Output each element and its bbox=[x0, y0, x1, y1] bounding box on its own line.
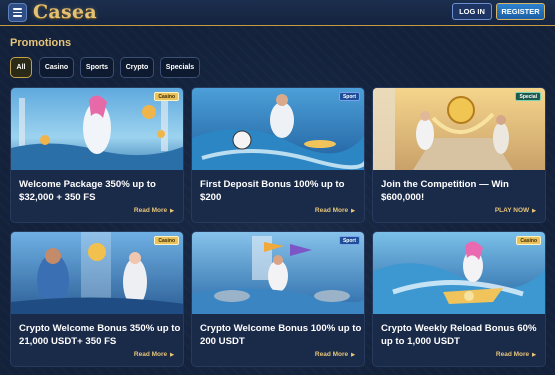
read-more-link[interactable]: Read More ▶ bbox=[134, 207, 174, 214]
menu-icon-line bbox=[13, 11, 22, 14]
cta-label: Read More bbox=[133, 351, 168, 358]
category-badge: Casino bbox=[154, 236, 179, 245]
promotion-card[interactable]: Casino Welcome Package 350% up to $32,00… bbox=[10, 87, 184, 223]
read-more-link[interactable]: Read More ▶ bbox=[315, 351, 355, 358]
play-arrow-icon: ▶ bbox=[532, 208, 536, 214]
register-button[interactable]: REGISTER bbox=[496, 3, 545, 20]
promotion-title: Crypto Welcome Bonus 350% up to 21,000 U… bbox=[19, 323, 181, 347]
play-arrow-icon: ▶ bbox=[170, 208, 174, 214]
category-badge: Sport bbox=[338, 236, 360, 245]
play-arrow-icon: ▶ bbox=[532, 352, 536, 358]
filter-crypto[interactable]: Crypto bbox=[120, 57, 154, 78]
play-arrow-icon: ▶ bbox=[351, 208, 355, 214]
site-logo[interactable]: Casea bbox=[33, 0, 97, 24]
read-more-link[interactable]: Read More ▶ bbox=[134, 351, 174, 358]
cta-label: Read More bbox=[314, 351, 349, 358]
promotion-card[interactable]: Sport Crypto Welcome Bonus 100% up to 20… bbox=[191, 231, 365, 367]
category-badge: Casino bbox=[516, 236, 541, 245]
promotion-title: Join the Competition — Win $600,000! bbox=[381, 179, 509, 203]
play-arrow-icon: ▶ bbox=[170, 352, 174, 358]
promotion-title: Welcome Package 350% up to $32,000 + 350… bbox=[19, 179, 156, 203]
play-now-link[interactable]: PLAY NOW ▶ bbox=[495, 207, 536, 214]
category-badge: Special bbox=[515, 92, 541, 101]
read-more-link[interactable]: Read More ▶ bbox=[496, 351, 536, 358]
promotion-card[interactable]: Special Join the Competition — Win $600,… bbox=[372, 87, 546, 223]
promotion-card[interactable]: Casino Crypto Weekly Reload Bonus 60% up… bbox=[372, 231, 546, 367]
menu-icon-line bbox=[13, 8, 22, 10]
promotion-title: First Deposit Bonus 100% up to $200 bbox=[200, 179, 345, 203]
menu-icon-line bbox=[13, 15, 22, 17]
filter-specials[interactable]: Specials bbox=[160, 57, 200, 78]
category-badge: Sport bbox=[338, 92, 360, 101]
cta-label: Read More bbox=[133, 207, 168, 214]
category-badge: Casino bbox=[154, 92, 179, 101]
filter-sports[interactable]: Sports bbox=[80, 57, 114, 78]
promotion-title: Crypto Welcome Bonus 100% up to 200 USDT bbox=[200, 323, 362, 347]
cta-label: Read More bbox=[314, 207, 349, 214]
top-bar: Casea LOG IN REGISTER bbox=[0, 0, 555, 26]
hamburger-menu-button[interactable] bbox=[8, 3, 27, 22]
promotion-card[interactable]: Sport First Deposit Bonus 100% up to $20… bbox=[191, 87, 365, 223]
filter-casino[interactable]: Casino bbox=[39, 57, 74, 78]
play-arrow-icon: ▶ bbox=[351, 352, 355, 358]
cta-label: PLAY NOW bbox=[494, 207, 530, 214]
filter-all[interactable]: All bbox=[10, 57, 32, 78]
read-more-link[interactable]: Read More ▶ bbox=[315, 207, 355, 214]
page-title: Promotions bbox=[10, 37, 72, 49]
promotion-title: Crypto Weekly Reload Bonus 60% up to 1,0… bbox=[381, 323, 537, 347]
login-button[interactable]: LOG IN bbox=[452, 3, 492, 20]
promotion-card[interactable]: Casino Crypto Welcome Bonus 350% up to 2… bbox=[10, 231, 184, 367]
cta-label: Read More bbox=[495, 351, 530, 358]
